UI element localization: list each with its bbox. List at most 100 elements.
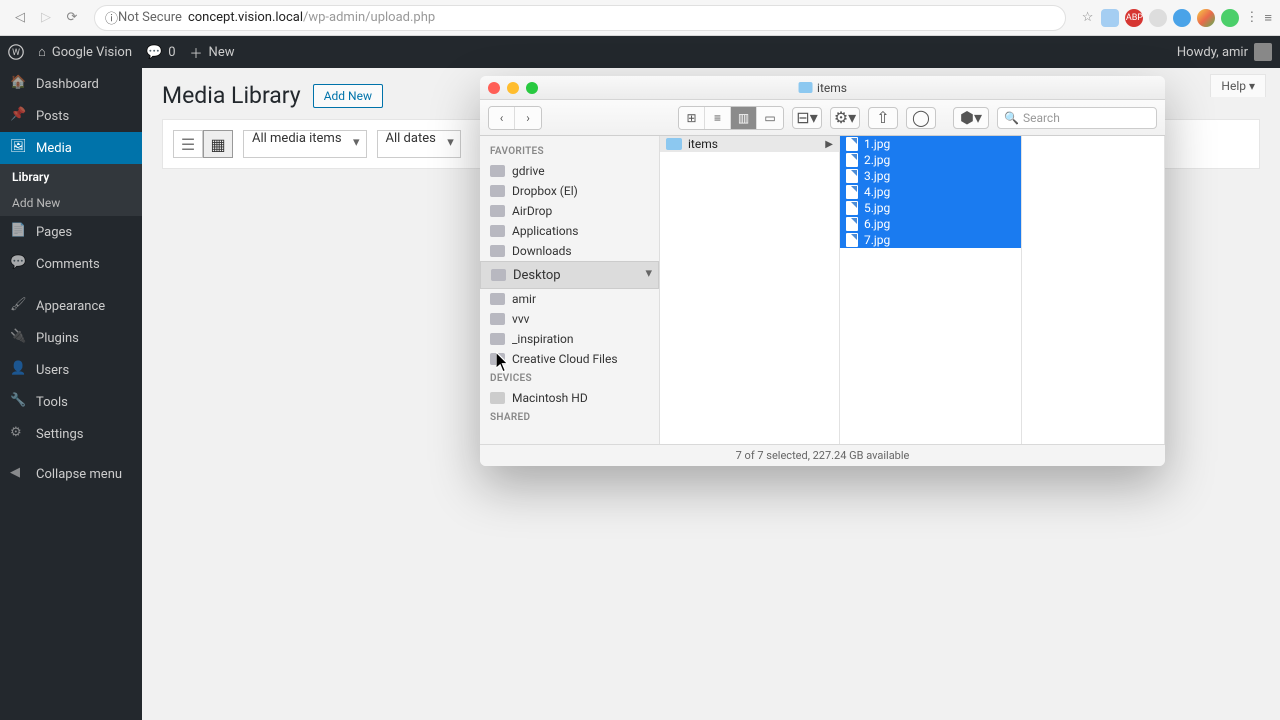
- sidebar-item-vvv[interactable]: vvv: [480, 309, 659, 329]
- sidebar-item-gdrive[interactable]: gdrive: [480, 161, 659, 181]
- wp-logo[interactable]: W: [8, 44, 24, 60]
- filter-date-select[interactable]: All dates: [377, 130, 461, 158]
- arrange-button[interactable]: ⊟▾: [792, 107, 822, 129]
- zoom-icon[interactable]: [526, 82, 538, 94]
- folder-icon: [491, 269, 506, 281]
- menu-users[interactable]: 👤Users: [0, 354, 142, 386]
- help-tab[interactable]: Help ▾: [1210, 74, 1266, 97]
- new-content-link[interactable]: ＋ New: [190, 43, 235, 62]
- submenu-addnew[interactable]: Add New: [0, 190, 142, 216]
- submenu-library[interactable]: Library: [0, 164, 142, 190]
- ext-icon[interactable]: ⋮: [1245, 10, 1258, 25]
- file-icon: [846, 185, 858, 199]
- ext-icon[interactable]: [1221, 9, 1239, 27]
- column-1: items▶: [660, 136, 840, 444]
- sidebar-item-applications[interactable]: Applications: [480, 221, 659, 241]
- action-button[interactable]: ⚙▾: [830, 107, 860, 129]
- sidebar-item-dropbox-el-[interactable]: Dropbox (El): [480, 181, 659, 201]
- comments-link[interactable]: 💬 0: [146, 45, 176, 60]
- minimize-icon[interactable]: [507, 82, 519, 94]
- list-view-button[interactable]: ☰: [173, 130, 203, 158]
- forward-button[interactable]: ▷: [34, 6, 58, 30]
- comment-icon: 💬: [10, 255, 28, 273]
- add-new-button[interactable]: Add New: [313, 84, 383, 108]
- file-row[interactable]: 6.jpg: [840, 216, 1021, 232]
- filter-type-select[interactable]: All media items: [243, 130, 367, 158]
- file-row[interactable]: 1.jpg: [840, 136, 1021, 152]
- file-icon: [846, 153, 858, 167]
- folder-icon: [798, 82, 812, 93]
- finder-window: items ‹ › ⊞ ≡ ▥ ▭ ⊟▾ ⚙▾ ⇧ ◯ ⬢▾ 🔍Search F…: [480, 76, 1165, 466]
- user-menu[interactable]: Howdy, amir: [1177, 43, 1272, 61]
- share-button[interactable]: ⇧: [868, 107, 898, 129]
- folder-row[interactable]: items▶: [660, 136, 839, 152]
- grid-view-button[interactable]: ▦: [203, 130, 233, 158]
- folder-icon: [490, 313, 505, 325]
- menu-pages[interactable]: 📄Pages: [0, 216, 142, 248]
- menu-comments[interactable]: 💬Comments: [0, 248, 142, 280]
- ext-icon[interactable]: ABP: [1125, 9, 1143, 27]
- finder-titlebar[interactable]: items: [480, 76, 1165, 100]
- address-bar[interactable]: ⓘ Not Secure concept.vision.local/wp-adm…: [94, 5, 1066, 31]
- security-indicator: ⓘ Not Secure: [105, 8, 182, 27]
- menu-tools[interactable]: 🔧Tools: [0, 386, 142, 418]
- sidebar-item-airdrop[interactable]: AirDrop: [480, 201, 659, 221]
- menu-media[interactable]: 🖼Media: [0, 132, 142, 164]
- finder-status-bar: 7 of 7 selected, 227.24 GB available: [480, 444, 1165, 466]
- user-icon: 👤: [10, 361, 28, 379]
- file-row[interactable]: 2.jpg: [840, 152, 1021, 168]
- bookmark-star-icon[interactable]: ☆: [1082, 10, 1094, 25]
- back-button[interactable]: ◁: [8, 6, 32, 30]
- sidebar-item-creative-cloud-files[interactable]: Creative Cloud Files: [480, 349, 659, 369]
- folder-icon: [490, 353, 505, 365]
- close-icon[interactable]: [488, 82, 500, 94]
- nav-fwd-button[interactable]: ›: [515, 107, 541, 129]
- sidebar-item--inspiration[interactable]: _inspiration: [480, 329, 659, 349]
- file-row[interactable]: 3.jpg: [840, 168, 1021, 184]
- file-row[interactable]: 4.jpg: [840, 184, 1021, 200]
- dashboard-icon: 🏠: [10, 75, 28, 93]
- column-view-button[interactable]: ▥: [731, 107, 757, 129]
- menu-posts[interactable]: 📌Posts: [0, 100, 142, 132]
- tags-button[interactable]: ◯: [906, 107, 936, 129]
- favorites-header: Favorites: [480, 142, 659, 161]
- ext-icon[interactable]: [1101, 9, 1119, 27]
- site-name-link[interactable]: ⌂ Google Vision: [38, 44, 132, 60]
- file-row[interactable]: 7.jpg: [840, 232, 1021, 248]
- gallery-view-button[interactable]: ▭: [757, 107, 783, 129]
- menu-plugins[interactable]: 🔌Plugins: [0, 322, 142, 354]
- view-toggle: ☰ ▦: [173, 130, 233, 158]
- menu-settings[interactable]: ⚙Settings: [0, 418, 142, 450]
- file-icon: [846, 217, 858, 231]
- nav-back-button[interactable]: ‹: [489, 107, 515, 129]
- search-icon: 🔍: [1004, 111, 1019, 125]
- ext-icon[interactable]: [1149, 9, 1167, 27]
- disk-icon: [490, 392, 505, 404]
- menu-appearance[interactable]: 🖌Appearance: [0, 290, 142, 322]
- finder-search[interactable]: 🔍Search: [997, 107, 1157, 129]
- menu-dashboard[interactable]: 🏠Dashboard: [0, 68, 142, 100]
- ext-icon[interactable]: [1173, 9, 1191, 27]
- admin-menu: 🏠Dashboard 📌Posts 🖼Media Library Add New…: [0, 68, 142, 720]
- menu-icon[interactable]: ≡: [1264, 10, 1272, 26]
- page-title: Media Library: [162, 82, 301, 109]
- reload-button[interactable]: ⟳: [60, 6, 84, 30]
- folder-icon: [490, 293, 505, 305]
- wrench-icon: 🔧: [10, 393, 28, 411]
- collapse-menu[interactable]: ◀Collapse menu: [0, 458, 142, 490]
- folder-icon: [490, 165, 505, 177]
- svg-text:W: W: [12, 48, 20, 58]
- sidebar-item-downloads[interactable]: Downloads: [480, 241, 659, 261]
- shared-header: Shared: [480, 408, 659, 427]
- ext-icon[interactable]: [1197, 9, 1215, 27]
- sidebar-item-desktop[interactable]: Desktop: [480, 261, 659, 289]
- list-view-button[interactable]: ≡: [705, 107, 731, 129]
- media-icon: 🖼: [10, 139, 28, 157]
- view-buttons: ⊞ ≡ ▥ ▭: [678, 106, 784, 130]
- file-row[interactable]: 5.jpg: [840, 200, 1021, 216]
- device-item[interactable]: Macintosh HD: [480, 388, 659, 408]
- sidebar-item-amir[interactable]: amir: [480, 289, 659, 309]
- dropbox-button[interactable]: ⬢▾: [953, 107, 989, 129]
- finder-toolbar: ‹ › ⊞ ≡ ▥ ▭ ⊟▾ ⚙▾ ⇧ ◯ ⬢▾ 🔍Search: [480, 100, 1165, 136]
- icon-view-button[interactable]: ⊞: [679, 107, 705, 129]
